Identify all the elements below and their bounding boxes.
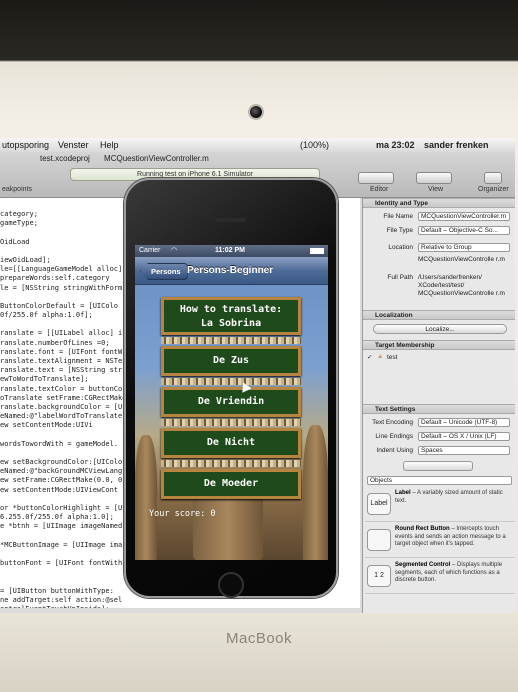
iphone-screen: Carrier ◠ 11:02 PM Persons Persons-Begin… <box>135 245 328 560</box>
menu-item-help[interactable]: Help <box>100 138 119 152</box>
editor-label: Editor <box>370 186 389 193</box>
battery-icon <box>310 248 324 254</box>
nav-title: Persons-Beginner <box>187 265 274 276</box>
location-file: MCQuestionViewControlle r.m <box>418 256 505 263</box>
tab-file[interactable]: MCQuestionViewController.m <box>104 154 209 163</box>
menu-item-tools[interactable]: utopsporing <box>2 138 49 152</box>
file-inspector: Identity and Type File Name MCQuestionVi… <box>362 198 515 613</box>
encoding-label: Text Encoding <box>372 419 413 426</box>
church-tower <box>303 425 328 560</box>
line-endings-label: Line Endings <box>375 433 413 440</box>
organizer-button[interactable] <box>484 172 502 184</box>
church-tower <box>135 435 157 560</box>
library-tabs[interactable] <box>403 461 473 471</box>
board-trim <box>161 378 301 385</box>
library-item-title: Segmented Control <box>395 562 451 568</box>
location-select[interactable]: Relative to Group <box>418 243 510 252</box>
question-prompt: How to translate: <box>179 304 283 315</box>
organizer-label: Organizer <box>478 186 509 193</box>
library-item-title: Round Rect Button <box>395 526 450 532</box>
editor-mode-buttons[interactable] <box>358 172 394 184</box>
mac-menubar: utopsporing Venster Help (100%) ma 23:02… <box>0 138 515 152</box>
file-type-select[interactable]: Default – Objective-C So... <box>418 226 510 235</box>
round-rect-button-icon <box>367 529 391 551</box>
full-path-value: /Users/sanderfrenken/ XCode/test/test/ M… <box>418 274 505 297</box>
home-button[interactable] <box>218 572 244 598</box>
question-board: How to translate: La Sobrina <box>161 297 301 335</box>
target-checkbox[interactable]: ✓ <box>367 353 372 361</box>
view-label: View <box>428 186 444 193</box>
question-word: La Sobrina <box>200 318 262 329</box>
iphone-speaker <box>216 218 246 222</box>
menubar-user[interactable]: sander frenken <box>424 138 489 152</box>
identity-header[interactable]: Identity and Type <box>363 198 515 208</box>
background-photo: How to translate: La Sobrina De Zus De V… <box>135 285 328 560</box>
board-trim <box>161 460 301 467</box>
library-item-title: Label <box>395 490 411 496</box>
code-line: ontrolEventTouchUpInside]; <box>0 605 360 608</box>
library-item-desc: – A variably sized amount of static text… <box>395 490 503 504</box>
file-name-field[interactable]: MCQuestionViewController.m <box>418 212 510 221</box>
text-settings-header[interactable]: Text Settings <box>363 404 515 414</box>
objects-select[interactable]: Objects <box>367 476 512 485</box>
laptop-brand: MacBook <box>225 630 293 647</box>
encoding-select[interactable]: Default – Unicode (UTF-8) <box>418 418 510 427</box>
target-header[interactable]: Target Membership <box>363 340 515 350</box>
localization-header[interactable]: Localization <box>363 310 515 320</box>
answer-button[interactable]: De Moeder <box>161 469 301 499</box>
board-trim <box>161 337 301 344</box>
board-trim <box>161 419 301 426</box>
ios-status-bar: Carrier ◠ 11:02 PM <box>135 245 328 257</box>
answer-button[interactable]: De Nicht <box>161 428 301 458</box>
target-name: test <box>387 354 398 361</box>
menubar-clock: ma 23:02 <box>376 140 415 150</box>
location-label: Location <box>388 244 413 251</box>
segmented-control-icon: 1 2 <box>367 565 391 587</box>
wifi-icon: ◠ <box>171 247 178 254</box>
menu-item-window[interactable]: Venster <box>58 138 89 152</box>
label-icon: Label <box>367 493 391 515</box>
breakpoints-label: eakpoints <box>2 186 32 193</box>
file-type-label: File Type <box>386 227 413 234</box>
battery-status: (100%) <box>300 140 330 150</box>
library-item-button[interactable]: Round Rect Button – Intercepts touch eve… <box>365 524 515 558</box>
score-label: Your score: 0 <box>149 509 216 519</box>
carrier-label: Carrier <box>139 247 161 254</box>
full-path-label: Full Path <box>387 274 413 281</box>
app-target-icon: ▲ <box>377 353 384 360</box>
indent-label: Indent Using <box>376 447 414 454</box>
webcam <box>248 104 264 120</box>
file-name-label: File Name <box>383 213 413 220</box>
view-buttons[interactable] <box>416 172 452 184</box>
xcode-tabbar: test.xcodeproj MCQuestionViewController.… <box>40 154 270 166</box>
answer-button[interactable]: De Vriendin <box>161 387 301 417</box>
answer-button[interactable]: De Zus <box>161 346 301 376</box>
navigation-bar: Persons Persons-Beginner <box>135 257 328 285</box>
library-item-label[interactable]: Label Label – A variably sized amount of… <box>365 488 515 522</box>
localize-button[interactable]: Localize... <box>373 324 507 334</box>
back-button[interactable]: Persons <box>140 263 188 280</box>
indent-select[interactable]: Spaces <box>418 446 510 455</box>
library-item-segmented[interactable]: 1 2 Segmented Control – Displays multipl… <box>365 560 515 594</box>
line-endings-select[interactable]: Default – OS X / Unix (LF) <box>418 432 510 441</box>
tab-project[interactable]: test.xcodeproj <box>40 154 90 163</box>
ios-clock: 11:02 PM <box>215 247 245 254</box>
